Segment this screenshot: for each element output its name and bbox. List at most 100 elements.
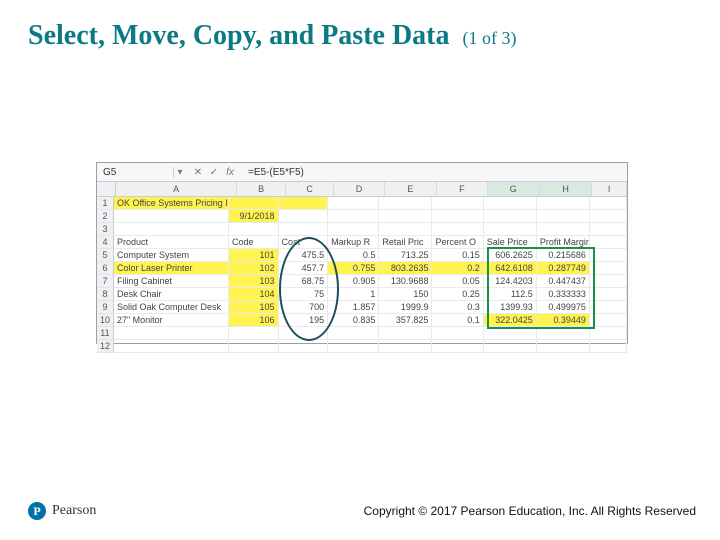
name-box[interactable]: G5 <box>97 167 174 178</box>
cell[interactable] <box>590 327 627 340</box>
cell[interactable] <box>279 340 329 353</box>
cell[interactable]: 68.75 <box>279 275 329 288</box>
cell[interactable]: Color Laser Printer <box>114 262 229 275</box>
cell[interactable] <box>379 327 432 340</box>
cell[interactable]: 75 <box>279 288 329 301</box>
enter-icon[interactable]: ✓ <box>208 167 220 178</box>
row-header[interactable]: 9 <box>97 301 114 314</box>
cell[interactable] <box>229 327 279 340</box>
cell[interactable] <box>590 314 627 327</box>
cell[interactable]: 102 <box>229 262 279 275</box>
cell[interactable] <box>537 223 590 236</box>
cell[interactable] <box>114 223 229 236</box>
cell[interactable]: Code <box>229 236 279 249</box>
cell[interactable] <box>484 340 537 353</box>
cell[interactable] <box>279 223 329 236</box>
cell[interactable] <box>484 327 537 340</box>
cell[interactable] <box>379 210 432 223</box>
cell[interactable]: 0.5 <box>328 249 379 262</box>
cell[interactable] <box>484 223 537 236</box>
cell[interactable]: 150 <box>379 288 432 301</box>
cell[interactable]: 0.905 <box>328 275 379 288</box>
cell[interactable] <box>279 210 329 223</box>
cell[interactable] <box>279 197 329 210</box>
cell[interactable]: 700 <box>279 301 329 314</box>
cell[interactable] <box>590 210 627 223</box>
cell[interactable] <box>537 210 590 223</box>
cell[interactable]: 1.857 <box>328 301 379 314</box>
cell[interactable]: 0.39449 <box>537 314 590 327</box>
cell[interactable] <box>279 327 329 340</box>
cell[interactable]: 0.215686 <box>537 249 590 262</box>
row-header[interactable]: 11 <box>97 327 114 340</box>
cell[interactable]: OK Office Systems Pricing Information <box>114 197 229 210</box>
cell[interactable] <box>537 197 590 210</box>
cancel-icon[interactable]: ✕ <box>192 167 204 178</box>
cell[interactable]: 803.2635 <box>379 262 432 275</box>
row-header[interactable]: 8 <box>97 288 114 301</box>
col-header-H[interactable]: H <box>540 182 592 196</box>
cell[interactable] <box>590 249 627 262</box>
cell[interactable] <box>432 327 483 340</box>
cell[interactable] <box>379 197 432 210</box>
cell[interactable]: 606.2625 <box>484 249 537 262</box>
select-all-corner[interactable] <box>97 182 116 196</box>
cell[interactable] <box>229 340 279 353</box>
col-header-E[interactable]: E <box>385 182 437 196</box>
cell[interactable]: Sale Price <box>484 236 537 249</box>
cell[interactable]: 124.4203 <box>484 275 537 288</box>
cell[interactable] <box>590 197 627 210</box>
cell[interactable] <box>229 223 279 236</box>
cell[interactable]: 713.25 <box>379 249 432 262</box>
cell[interactable] <box>590 236 627 249</box>
col-header-G[interactable]: G <box>488 182 540 196</box>
cell[interactable]: 101 <box>229 249 279 262</box>
cell[interactable]: Product <box>114 236 229 249</box>
cell[interactable]: 103 <box>229 275 279 288</box>
cell[interactable] <box>229 197 279 210</box>
formula-input[interactable]: =E5-(E5*F5) <box>242 167 627 178</box>
cell[interactable]: 0.447437 <box>537 275 590 288</box>
cell[interactable] <box>328 197 379 210</box>
cell[interactable]: 0.755 <box>328 262 379 275</box>
cell[interactable] <box>114 210 229 223</box>
cell[interactable]: 195 <box>279 314 329 327</box>
cell[interactable]: 0.05 <box>432 275 483 288</box>
cell[interactable] <box>484 210 537 223</box>
cell[interactable]: Cost <box>279 236 329 249</box>
cell[interactable]: 130.9688 <box>379 275 432 288</box>
cell[interactable] <box>328 223 379 236</box>
cell[interactable] <box>590 301 627 314</box>
cell[interactable]: 0.287749 <box>537 262 590 275</box>
cell[interactable]: 0.25 <box>432 288 483 301</box>
cell[interactable]: 104 <box>229 288 279 301</box>
cell[interactable]: Retail Pric <box>379 236 432 249</box>
cell[interactable]: Computer System <box>114 249 229 262</box>
cell[interactable] <box>590 340 627 353</box>
cell[interactable] <box>379 340 432 353</box>
cell[interactable]: Markup R <box>328 236 379 249</box>
row-header[interactable]: 1 <box>97 197 114 210</box>
cell[interactable] <box>114 327 229 340</box>
col-header-F[interactable]: F <box>437 182 487 196</box>
cell[interactable] <box>590 223 627 236</box>
cell[interactable]: 0.3 <box>432 301 483 314</box>
cell[interactable] <box>590 275 627 288</box>
cell[interactable]: Solid Oak Computer Desk <box>114 301 229 314</box>
cell[interactable]: Desk Chair <box>114 288 229 301</box>
col-header-C[interactable]: C <box>286 182 334 196</box>
cell[interactable] <box>537 327 590 340</box>
row-header[interactable]: 3 <box>97 223 114 236</box>
cell[interactable]: 457.7 <box>279 262 329 275</box>
fx-icon[interactable]: fx <box>224 167 236 178</box>
cell[interactable]: 1399.93 <box>484 301 537 314</box>
col-header-B[interactable]: B <box>237 182 285 196</box>
cell[interactable]: 322.0425 <box>484 314 537 327</box>
name-box-dropdown-icon[interactable]: ▾ <box>174 167 186 178</box>
row-header[interactable]: 2 <box>97 210 114 223</box>
cell[interactable]: 106 <box>229 314 279 327</box>
cell[interactable] <box>432 210 483 223</box>
row-header[interactable]: 10 <box>97 314 114 327</box>
col-header-I[interactable]: I <box>592 182 627 196</box>
cell[interactable] <box>432 223 483 236</box>
